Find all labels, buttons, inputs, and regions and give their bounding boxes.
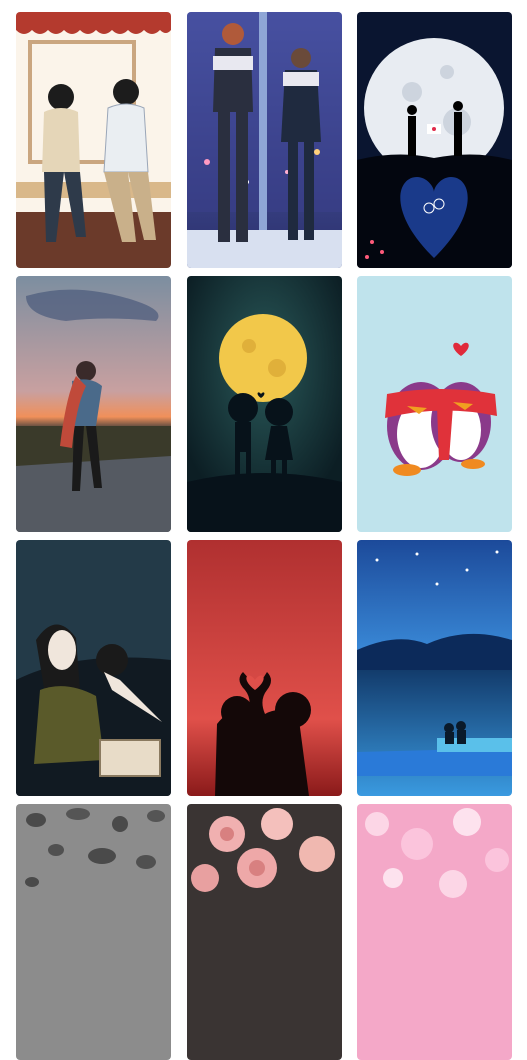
wallpaper-grid: [0, 0, 527, 1060]
moon-couple-silhouette-icon: [357, 12, 512, 268]
couple-on-pier-night-icon: [357, 540, 512, 796]
wallpaper-tile-couple-car[interactable]: [16, 540, 171, 796]
wallpaper-tile-heart-hands[interactable]: [187, 540, 342, 796]
penguins-scarf-heart-icon: [357, 276, 512, 532]
wallpaper-tile-water-drops[interactable]: [16, 804, 171, 1060]
pink-bokeh-icon: [357, 804, 512, 1060]
wallpaper-tile-pink-bokeh[interactable]: [357, 804, 512, 1060]
wallpaper-tile-pink-roses[interactable]: [187, 804, 342, 1060]
wallpaper-tile-pier-night[interactable]: [357, 540, 512, 796]
wallpaper-tile-couple-bench[interactable]: [16, 12, 171, 268]
full-moon-kids-silhouette-icon: [187, 276, 342, 532]
couple-by-window-icon: [187, 12, 342, 268]
wallpaper-tile-couple-embrace[interactable]: [16, 276, 171, 532]
wallpaper-tile-couple-window[interactable]: [187, 12, 342, 268]
wallpaper-tile-penguins[interactable]: [357, 276, 512, 532]
water-drops-icon: [16, 804, 171, 1060]
wallpaper-tile-moon-couple[interactable]: [357, 12, 512, 268]
pink-roses-icon: [187, 804, 342, 1060]
heart-hands-silhouette-icon: [187, 540, 342, 796]
couple-on-bench-icon: [16, 12, 171, 268]
couple-embrace-sunset-icon: [16, 276, 171, 532]
wallpaper-tile-full-moon-kids[interactable]: [187, 276, 342, 532]
couple-in-car-icon: [16, 540, 171, 796]
